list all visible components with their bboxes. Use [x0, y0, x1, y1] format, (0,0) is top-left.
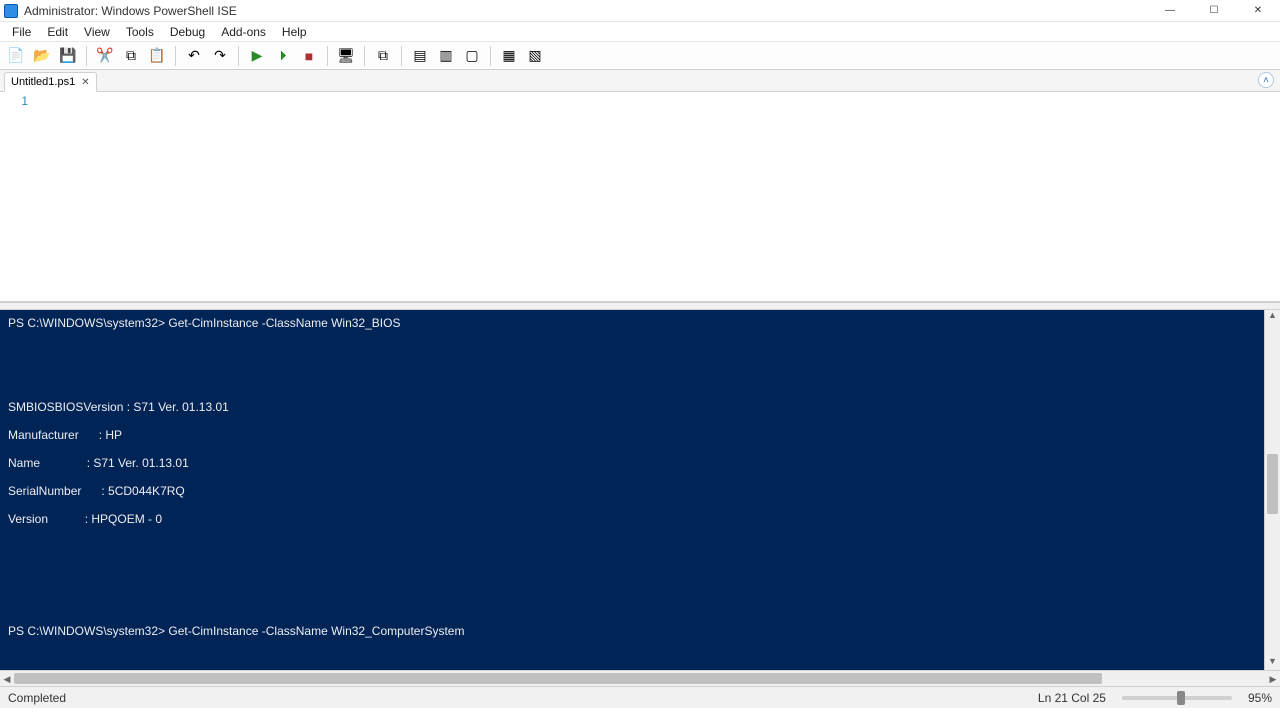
zoom-slider[interactable] [1122, 696, 1232, 700]
show-script-pane-right-button[interactable]: ▥ [434, 44, 458, 68]
menu-tools[interactable]: Tools [118, 23, 162, 41]
console-horizontal-scrollbar[interactable]: ◀ ▶ [0, 670, 1280, 686]
status-bar: Completed Ln 21 Col 25 95% [0, 686, 1280, 708]
bios-val-name: S71 Ver. 01.13.01 [93, 456, 188, 470]
editor-body[interactable] [36, 92, 1280, 301]
scroll-thumb[interactable] [1267, 454, 1278, 514]
scroll-right-arrow-icon[interactable]: ▶ [1266, 671, 1280, 686]
console-command-1: Get-CimInstance -ClassName Win32_BIOS [168, 316, 400, 330]
undo-button[interactable]: ↶ [182, 44, 206, 68]
menu-help[interactable]: Help [274, 23, 315, 41]
menu-debug[interactable]: Debug [162, 23, 213, 41]
prompt: PS C:\WINDOWS\system32> [8, 316, 165, 330]
save-button[interactable]: 💾 [56, 44, 80, 68]
console-pane-wrap: PS C:\WINDOWS\system32> Get-CimInstance … [0, 310, 1280, 670]
zoom-slider-knob[interactable] [1177, 691, 1185, 705]
script-editor[interactable]: 1 [0, 92, 1280, 302]
menu-addons[interactable]: Add-ons [213, 23, 274, 41]
horizontal-splitter[interactable] [0, 302, 1280, 310]
toolbar-separator [490, 46, 491, 66]
console-vertical-scrollbar[interactable]: ▲ ▼ [1264, 310, 1280, 670]
status-text: Completed [8, 691, 66, 705]
app-icon [4, 4, 18, 18]
bios-val-ver: HPQOEM - 0 [91, 512, 162, 526]
window-title: Administrator: Windows PowerShell ISE [24, 4, 1148, 18]
toolbar-separator [175, 46, 176, 66]
zoom-level: 95% [1248, 691, 1272, 705]
toolbar-separator [86, 46, 87, 66]
bios-key-serial: SerialNumber [8, 484, 81, 498]
bios-key-mfg: Manufacturer [8, 428, 79, 442]
prompt: PS C:\WINDOWS\system32> [8, 624, 165, 638]
toolbar-separator [238, 46, 239, 66]
bios-val-smbios: S71 Ver. 01.13.01 [133, 400, 228, 414]
tab-strip: Untitled1.ps1 ✕ ˄ [0, 70, 1280, 92]
bios-val-mfg: HP [105, 428, 122, 442]
show-script-pane-max-button[interactable]: ▢ [460, 44, 484, 68]
toolbar-separator [364, 46, 365, 66]
bios-key-name: Name [8, 456, 40, 470]
stop-button[interactable]: ■ [297, 44, 321, 68]
maximize-button[interactable]: ☐ [1192, 0, 1236, 22]
tab-label: Untitled1.ps1 [11, 76, 75, 88]
collapse-script-pane-button[interactable]: ˄ [1258, 72, 1274, 88]
bios-val-serial: 5CD044K7RQ [108, 484, 185, 498]
bios-key-ver: Version [8, 512, 48, 526]
start-powershell-button[interactable]: ⧉ [371, 44, 395, 68]
close-button[interactable]: ✕ [1236, 0, 1280, 22]
cut-button[interactable]: ✂️ [93, 44, 117, 68]
scroll-down-arrow-icon[interactable]: ▼ [1265, 656, 1280, 670]
script-tab[interactable]: Untitled1.ps1 ✕ [4, 72, 97, 92]
menu-bar: File Edit View Tools Debug Add-ons Help [0, 22, 1280, 42]
tab-close-icon[interactable]: ✕ [81, 77, 89, 88]
new-remote-tab-button[interactable]: 🖥 [334, 44, 358, 68]
bios-key-smbios: SMBIOSBIOSVersion [8, 400, 123, 414]
toolbar-separator [401, 46, 402, 66]
open-button[interactable]: 📂 [30, 44, 54, 68]
copy-button[interactable]: ⧉ [119, 44, 143, 68]
new-button[interactable]: 📄 [4, 44, 28, 68]
window-controls: — ☐ ✕ [1148, 0, 1280, 22]
console-pane[interactable]: PS C:\WINDOWS\system32> Get-CimInstance … [0, 310, 1264, 670]
menu-view[interactable]: View [76, 23, 118, 41]
title-bar: Administrator: Windows PowerShell ISE — … [0, 0, 1280, 22]
run-selection-button[interactable]: ⏵ [271, 44, 295, 68]
paste-button[interactable]: 📋 [145, 44, 169, 68]
line-gutter: 1 [0, 92, 36, 301]
cursor-position: Ln 21 Col 25 [1038, 691, 1106, 705]
toolbar-separator [327, 46, 328, 66]
show-command-window-button[interactable]: ▧ [523, 44, 547, 68]
scroll-left-arrow-icon[interactable]: ◀ [0, 671, 14, 686]
toolbar: 📄 📂 💾 ✂️ ⧉ 📋 ↶ ↷ ▶ ⏵ ■ 🖥 ⧉ ▤ ▥ ▢ ▦ ▧ [0, 42, 1280, 70]
menu-edit[interactable]: Edit [39, 23, 76, 41]
scroll-up-arrow-icon[interactable]: ▲ [1265, 310, 1280, 324]
line-number: 1 [0, 94, 28, 108]
redo-button[interactable]: ↷ [208, 44, 232, 68]
menu-file[interactable]: File [4, 23, 39, 41]
console-command-2: Get-CimInstance -ClassName Win32_Compute… [168, 624, 464, 638]
scroll-thumb[interactable] [14, 673, 1102, 684]
minimize-button[interactable]: — [1148, 0, 1192, 22]
run-script-button[interactable]: ▶ [245, 44, 269, 68]
show-command-addon-button[interactable]: ▦ [497, 44, 521, 68]
show-script-pane-top-button[interactable]: ▤ [408, 44, 432, 68]
